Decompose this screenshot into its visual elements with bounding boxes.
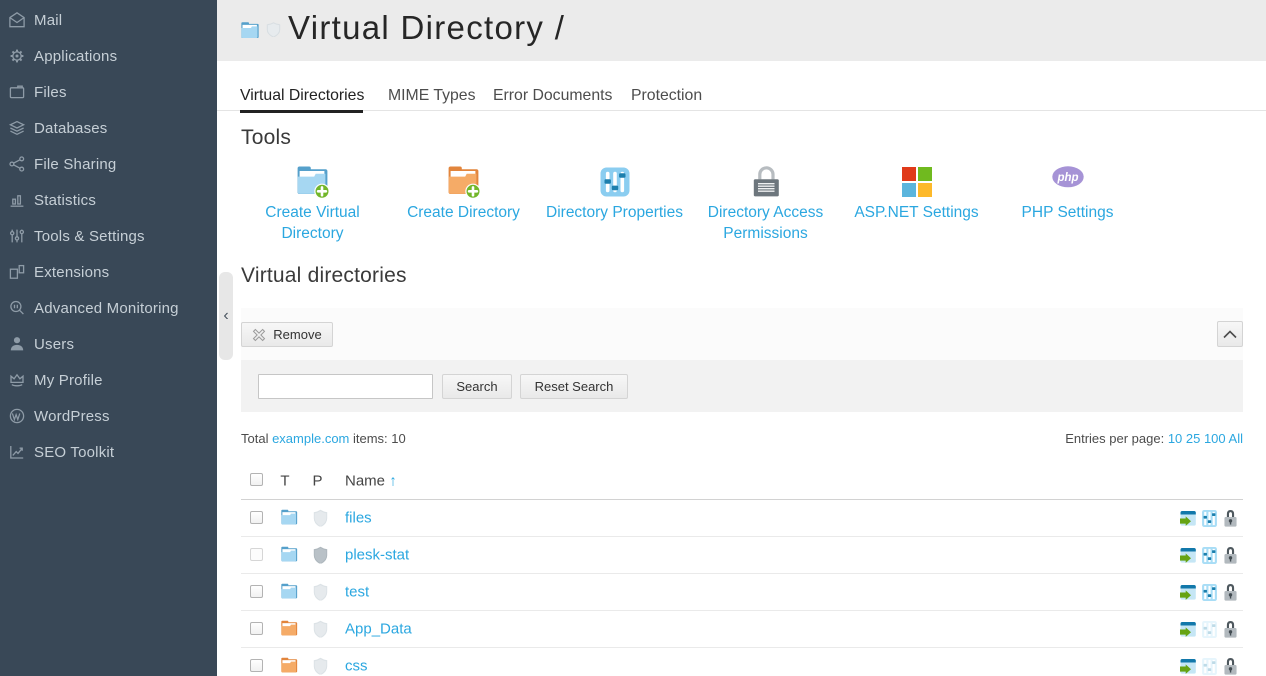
svg-text:php: php (1056, 172, 1078, 184)
